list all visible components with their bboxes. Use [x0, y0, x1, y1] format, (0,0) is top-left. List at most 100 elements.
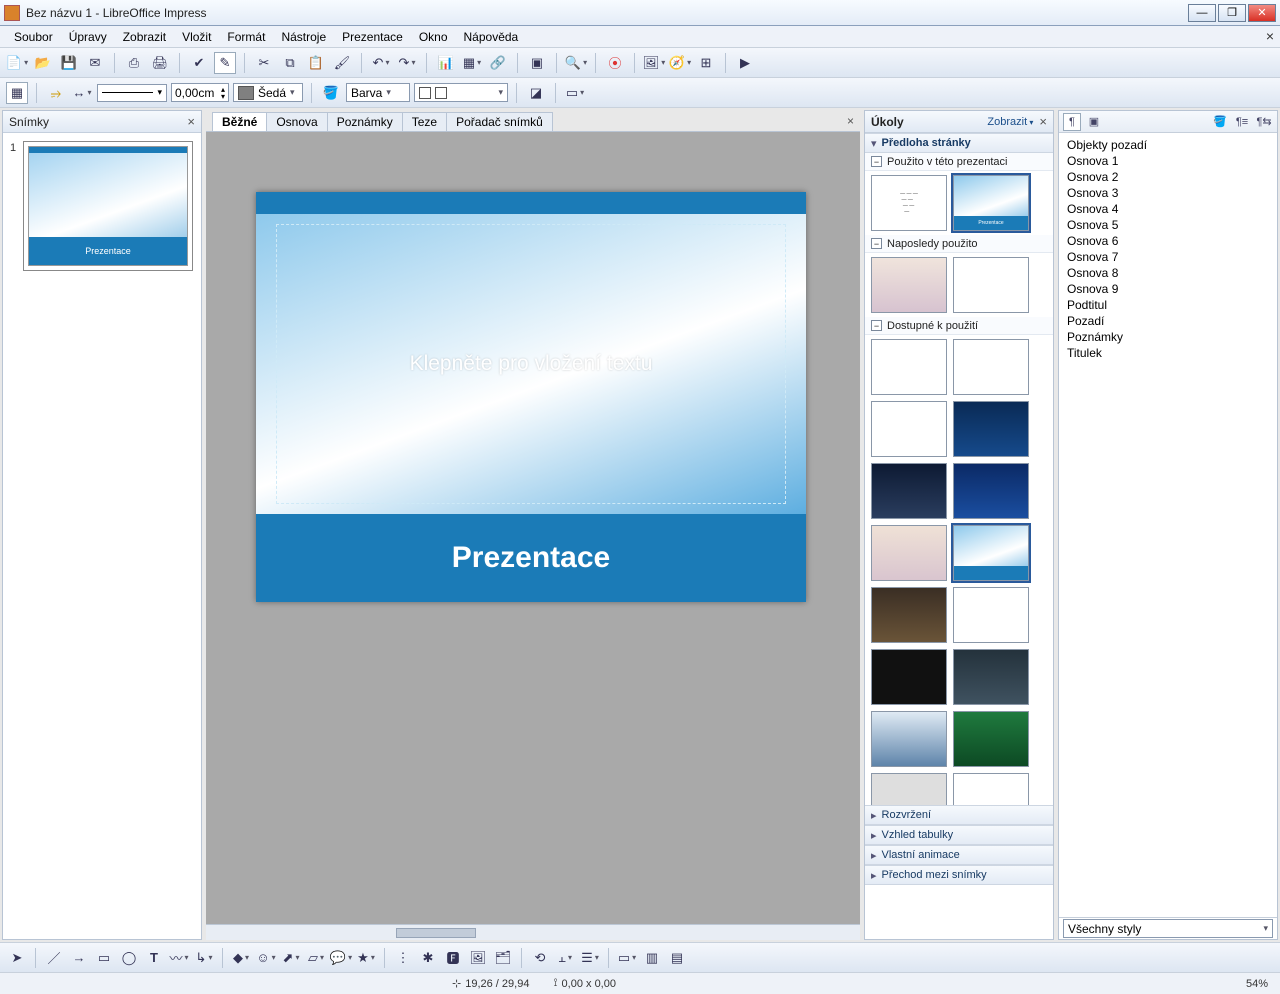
master-thumb[interactable]: [953, 525, 1029, 581]
styles-button[interactable]: ▦: [6, 82, 28, 104]
subhead-recent[interactable]: −Naposledy použito: [865, 235, 1053, 253]
master-thumb[interactable]: [953, 339, 1029, 395]
update-style-icon[interactable]: ¶⇆: [1255, 113, 1273, 131]
slides-panel-body[interactable]: 1 Prezentace: [3, 133, 201, 939]
horizontal-scrollbar[interactable]: [206, 924, 860, 940]
format-paint-button[interactable]: 🖌: [331, 52, 353, 74]
tab-notes[interactable]: Poznámky: [327, 112, 403, 131]
master-thumb[interactable]: [953, 587, 1029, 643]
export-pdf-button[interactable]: ⎙: [123, 52, 145, 74]
curve-tool[interactable]: 〰: [168, 947, 190, 969]
style-item[interactable]: Pozadí: [1067, 313, 1269, 329]
fill-color-combo[interactable]: ▾: [414, 83, 508, 102]
slide-layout-tool[interactable]: ▥: [641, 947, 663, 969]
slide-body[interactable]: Klepněte pro vložení textu: [256, 214, 806, 514]
styles-filter-combo[interactable]: Všechny styly▾: [1063, 919, 1273, 938]
callouts-tool[interactable]: 💬: [330, 947, 352, 969]
table-button[interactable]: ▦: [461, 52, 483, 74]
presentation-styles-icon[interactable]: ▣: [1085, 113, 1103, 131]
para-styles-icon[interactable]: ¶: [1063, 113, 1081, 131]
new-doc-button[interactable]: 📄: [6, 52, 28, 74]
master-thumb[interactable]: [871, 339, 947, 395]
line-color-combo[interactable]: Šedá▾: [233, 83, 303, 102]
zoom-button[interactable]: 🔍: [565, 52, 587, 74]
master-thumb[interactable]: [953, 257, 1029, 313]
master-thumb[interactable]: [871, 257, 947, 313]
spellcheck-button[interactable]: ✔: [188, 52, 210, 74]
autospell-button[interactable]: ✎: [214, 52, 236, 74]
select-tool[interactable]: ➤: [6, 947, 28, 969]
line-width-field[interactable]: 0,00cm▴▾: [171, 83, 229, 102]
slide-dropdown-button[interactable]: ▭: [564, 82, 586, 104]
shadow-button[interactable]: ◪: [525, 82, 547, 104]
maximize-button[interactable]: ❐: [1218, 4, 1246, 22]
style-item[interactable]: Osnova 9: [1067, 281, 1269, 297]
style-item[interactable]: Poznámky: [1067, 329, 1269, 345]
menu-nastroje[interactable]: Nástroje: [273, 28, 334, 46]
tab-sorter[interactable]: Pořadač snímků: [446, 112, 553, 131]
slideshow-button[interactable]: ▣: [526, 52, 548, 74]
style-item[interactable]: Osnova 8: [1067, 265, 1269, 281]
new-style-icon[interactable]: ¶≡: [1233, 113, 1251, 131]
arrange-tool[interactable]: ☰: [579, 947, 601, 969]
slide-title-area[interactable]: Prezentace: [256, 514, 806, 602]
fill-format-icon[interactable]: 🪣: [1211, 113, 1229, 131]
menu-napoveda[interactable]: Nápověda: [456, 28, 527, 46]
connector-tool[interactable]: ↳: [193, 947, 215, 969]
grid-button[interactable]: ⊞: [695, 52, 717, 74]
redo-button[interactable]: ↷: [396, 52, 418, 74]
stars-tool[interactable]: ★: [355, 947, 377, 969]
tasks-view-link[interactable]: Zobrazit: [987, 116, 1033, 128]
menu-format[interactable]: Formát: [219, 28, 273, 46]
copy-button[interactable]: ⧉: [279, 52, 301, 74]
rect-tool[interactable]: ▭: [93, 947, 115, 969]
canvas[interactable]: Klepněte pro vložení textu Prezentace: [206, 132, 860, 940]
gallery-button[interactable]: 🖼: [643, 52, 665, 74]
ellipse-tool[interactable]: ◯: [118, 947, 140, 969]
tab-outline[interactable]: Osnova: [266, 112, 327, 131]
block-arrows-tool[interactable]: ⬈: [280, 947, 302, 969]
section-animation[interactable]: ▸Vlastní animace: [865, 845, 1053, 865]
tasks-close-icon[interactable]: ×: [1039, 114, 1047, 129]
menu-upravy[interactable]: Úpravy: [61, 28, 115, 46]
style-item[interactable]: Podtitul: [1067, 297, 1269, 313]
style-item[interactable]: Osnova 4: [1067, 201, 1269, 217]
style-item[interactable]: Objekty pozadí: [1067, 137, 1269, 153]
master-thumb[interactable]: [871, 773, 947, 805]
slide-title[interactable]: Prezentace: [452, 541, 610, 575]
subhead-available[interactable]: −Dostupné k použití: [865, 317, 1053, 335]
tab-normal[interactable]: Běžné: [212, 112, 267, 131]
close-button[interactable]: ✕: [1248, 4, 1276, 22]
menu-zobrazit[interactable]: Zobrazit: [115, 28, 174, 46]
master-thumb[interactable]: [871, 649, 947, 705]
fill-type-combo[interactable]: Barva▾: [346, 83, 410, 102]
menu-okno[interactable]: Okno: [411, 28, 456, 46]
cut-button[interactable]: ✂: [253, 52, 275, 74]
arrow-tool[interactable]: →: [68, 947, 90, 969]
paste-button[interactable]: 📋: [305, 52, 327, 74]
print-button[interactable]: 🖨: [149, 52, 171, 74]
section-layouts[interactable]: ▸Rozvržení: [865, 805, 1053, 825]
open-button[interactable]: 📂: [32, 52, 54, 74]
subhead-used[interactable]: −Použito v této prezentaci: [865, 153, 1053, 171]
undo-button[interactable]: ↶: [370, 52, 392, 74]
email-button[interactable]: ✉: [84, 52, 106, 74]
help-button[interactable]: ⦿: [604, 52, 626, 74]
basic-shapes-tool[interactable]: ◆: [230, 947, 252, 969]
status-zoom[interactable]: 54%: [1246, 978, 1268, 990]
from-file-tool[interactable]: 🖼: [467, 947, 489, 969]
tab-handout[interactable]: Teze: [402, 112, 447, 131]
master-thumb[interactable]: [871, 525, 947, 581]
style-item[interactable]: Osnova 3: [1067, 185, 1269, 201]
menu-prezentace[interactable]: Prezentace: [334, 28, 411, 46]
symbol-shapes-tool[interactable]: ☺: [255, 947, 277, 969]
scrollbar-thumb[interactable]: [396, 928, 476, 938]
navigator-button[interactable]: 🧭: [669, 52, 691, 74]
master-thumb[interactable]: [953, 401, 1029, 457]
master-thumb[interactable]: [953, 649, 1029, 705]
style-item[interactable]: Osnova 2: [1067, 169, 1269, 185]
tabs-close-icon[interactable]: ×: [847, 114, 854, 128]
line-style-combo[interactable]: ▾: [97, 84, 167, 102]
text-tool[interactable]: T: [143, 947, 165, 969]
master-thumb[interactable]: [871, 401, 947, 457]
